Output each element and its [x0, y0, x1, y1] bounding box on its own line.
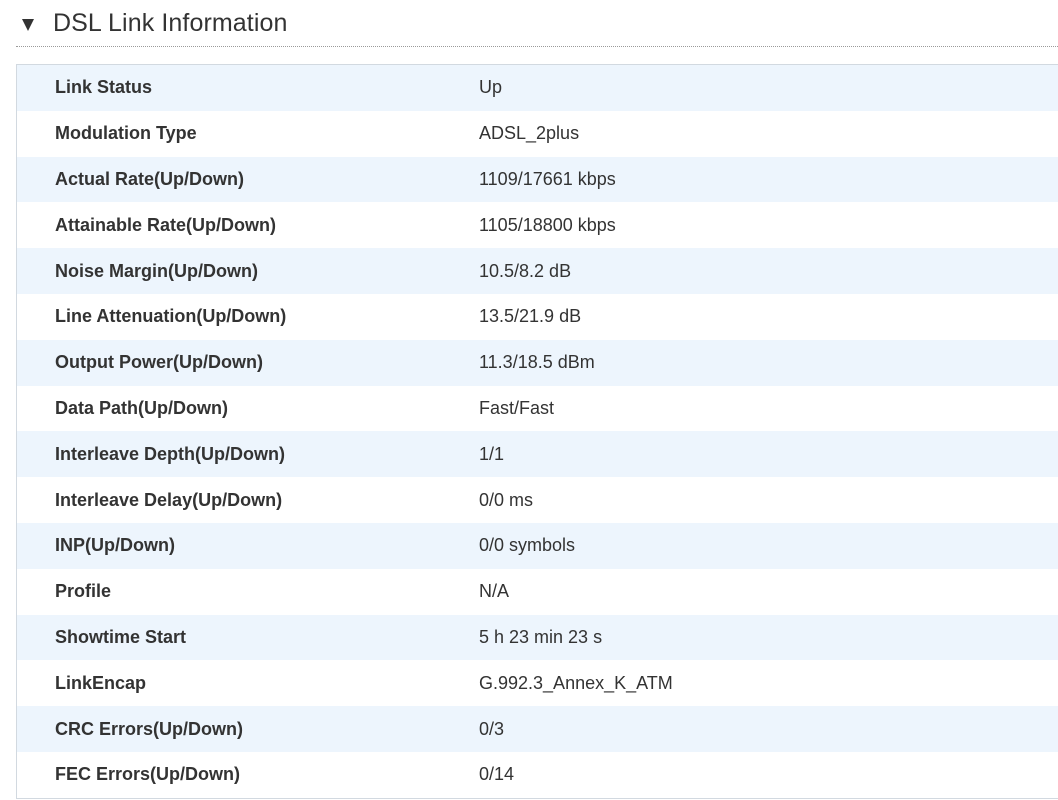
section-header-dsl-link-information[interactable]: DSL Link Information [16, 0, 1058, 47]
row-value: 1/1 [479, 443, 505, 464]
triangle-down-icon[interactable] [22, 18, 34, 31]
row-label: Actual Rate(Up/Down) [55, 168, 244, 189]
table-row: CRC Errors(Up/Down) 0/3 [17, 706, 1058, 752]
row-label: FEC Errors(Up/Down) [55, 764, 241, 785]
table-row: Actual Rate(Up/Down) 1109/17661 kbps [17, 156, 1058, 203]
table-row: Showtime Start 5 h 23 min 23 s [17, 614, 1058, 661]
row-label: Output Power(Up/Down) [55, 352, 263, 373]
table-row: Line Attenuation(Up/Down) 13.5/21.9 dB [17, 293, 1058, 340]
row-label: LinkEncap [55, 672, 147, 693]
row-label: Profile [55, 581, 112, 602]
table-row: Modulation Type ADSL_2plus [17, 110, 1058, 157]
row-label: Interleave Delay(Up/Down) [55, 489, 283, 510]
dsl-info-table: Link Status Up Modulation Type ADSL_2plu… [16, 64, 1058, 799]
row-value: 13.5/21.9 dB [479, 306, 582, 327]
row-value: 11.3/18.5 dBm [479, 352, 595, 373]
row-label: Attainable Rate(Up/Down) [55, 214, 277, 235]
table-row: Output Power(Up/Down) 11.3/18.5 dBm [17, 339, 1058, 386]
row-value: 1105/18800 kbps [479, 214, 616, 235]
section-title: DSL Link Information [53, 8, 288, 37]
table-row: INP(Up/Down) 0/0 symbols [17, 522, 1058, 569]
row-value: N/A [479, 581, 510, 602]
row-label: Noise Margin(Up/Down) [55, 260, 258, 281]
row-value: 0/14 [479, 764, 515, 785]
row-label: Interleave Depth(Up/Down) [55, 443, 286, 464]
row-label: Modulation Type [55, 123, 197, 144]
row-value: Up [479, 77, 503, 98]
row-value: 0/0 symbols [479, 535, 576, 556]
table-row: Profile N/A [17, 568, 1058, 615]
row-label: Showtime Start [55, 626, 187, 647]
row-value: 0/3 [479, 718, 505, 739]
table-row: FEC Errors(Up/Down) 0/14 [17, 751, 1058, 798]
row-value: ADSL_2plus [479, 123, 580, 144]
row-label: INP(Up/Down) [55, 535, 175, 556]
table-row: Data Path(Up/Down) Fast/Fast [17, 385, 1058, 432]
row-value: 10.5/8.2 dB [479, 260, 572, 281]
row-value: Fast/Fast [479, 397, 555, 418]
table-row: Noise Margin(Up/Down) 10.5/8.2 dB [17, 248, 1058, 294]
row-label: Data Path(Up/Down) [55, 397, 228, 418]
table-row: Interleave Depth(Up/Down) 1/1 [17, 431, 1058, 478]
table-row: LinkEncap G.992.3_Annex_K_ATM [17, 660, 1058, 707]
row-label: Line Attenuation(Up/Down) [55, 306, 287, 327]
row-value: G.992.3_Annex_K_ATM [479, 672, 673, 693]
table-row: Attainable Rate(Up/Down) 1105/18800 kbps [17, 202, 1058, 249]
row-label: CRC Errors(Up/Down) [55, 718, 243, 739]
row-label: Link Status [55, 77, 153, 98]
table-row: Interleave Delay(Up/Down) 0/0 ms [17, 477, 1058, 523]
row-value: 0/0 ms [479, 489, 534, 510]
row-value: 5 h 23 min 23 s [479, 626, 603, 647]
table-row: Link Status Up [17, 65, 1058, 111]
row-value: 1109/17661 kbps [479, 168, 616, 189]
